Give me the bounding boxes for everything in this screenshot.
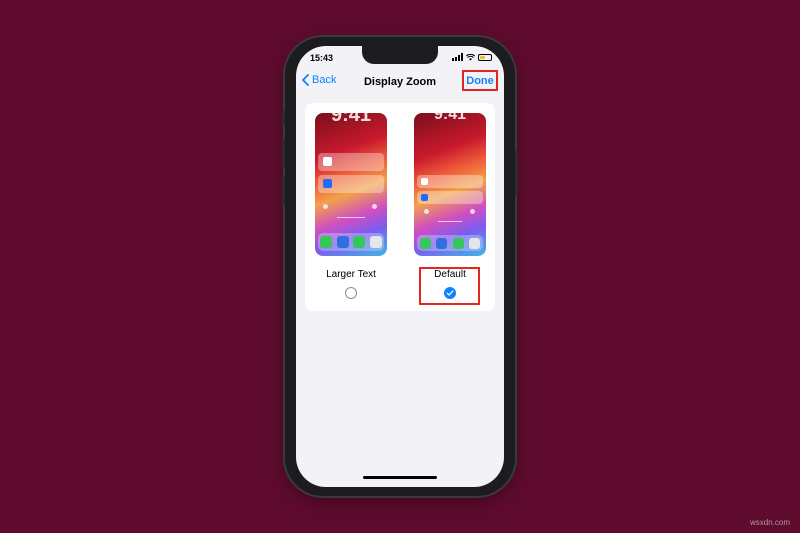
preview-notification <box>417 175 483 188</box>
flashlight-icon <box>424 209 429 214</box>
mute-switch <box>282 110 285 126</box>
preview-notification <box>318 175 384 193</box>
preview-notification <box>318 153 384 171</box>
status-icons <box>452 53 492 61</box>
status-time: 15:43 <box>310 53 334 63</box>
nav-bar: Back Display Zoom Done <box>296 68 504 96</box>
preview-dock <box>318 233 384 251</box>
larger-text-label: Larger Text <box>326 269 376 280</box>
camera-icon <box>372 204 377 209</box>
battery-icon <box>478 53 492 61</box>
done-button[interactable]: Done <box>462 70 498 91</box>
side-button <box>515 150 518 196</box>
home-indicator <box>363 476 437 479</box>
volume-down-button <box>282 176 285 206</box>
done-label: Done <box>466 74 494 87</box>
preview-dock <box>417 235 483 251</box>
signal-icon <box>452 53 463 61</box>
wifi-icon <box>466 53 475 60</box>
notch <box>362 46 438 64</box>
larger-text-radio[interactable] <box>345 287 357 299</box>
watermark: wsxdn.com <box>749 518 790 527</box>
preview-notification <box>417 191 483 204</box>
volume-up-button <box>282 138 285 168</box>
preview-clock: 9:41 <box>330 113 372 126</box>
default-preview[interactable]: 9:41 <box>414 113 486 256</box>
flashlight-icon <box>323 204 328 209</box>
larger-text-preview[interactable]: 9:41 <box>315 113 387 256</box>
default-highlight-box <box>419 267 480 305</box>
camera-icon <box>470 209 475 214</box>
preview-clock: 9:41 <box>433 113 467 123</box>
